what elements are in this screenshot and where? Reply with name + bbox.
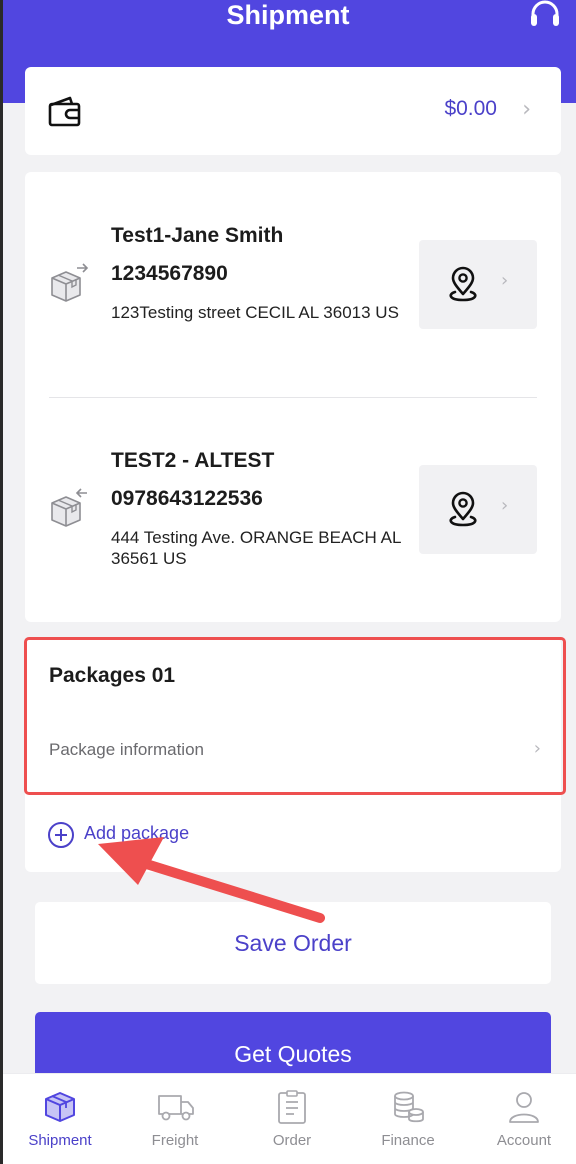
tab-account[interactable]: Account <box>474 1074 574 1164</box>
sender-phone: 1234567890 <box>111 262 228 285</box>
sender-address-line: 123Testing street CECIL AL 36013 US <box>111 303 399 322</box>
location-pin-icon <box>449 266 477 302</box>
save-order-button[interactable]: Save Order <box>35 902 551 984</box>
chevron-right-icon: › <box>501 495 509 516</box>
tab-label: Order <box>272 1132 312 1149</box>
receiver-address[interactable]: TEST2 - ALTEST 0978643122536 444 Testing… <box>25 397 561 622</box>
sender-address[interactable]: Test1-Jane Smith 1234567890 123Testing s… <box>25 172 561 397</box>
tab-order[interactable]: Order <box>242 1074 342 1164</box>
chevron-right-icon: › <box>522 97 531 122</box>
get-quotes-button[interactable]: Get Quotes <box>35 1012 551 1082</box>
box-outgoing-icon <box>51 263 89 302</box>
tab-label: Shipment <box>28 1132 92 1149</box>
truck-icon <box>158 1095 194 1121</box>
bottom-tab-bar: Shipment Freight Order Finance Account <box>0 1073 576 1164</box>
coins-icon <box>394 1091 424 1123</box>
user-icon <box>509 1092 539 1123</box>
page-title: Shipment <box>226 0 350 30</box>
sender-location-button[interactable]: › <box>419 240 537 329</box>
clipboard-icon <box>278 1090 306 1124</box>
tab-finance[interactable]: Finance <box>358 1074 458 1164</box>
location-pin-icon <box>449 491 477 527</box>
receiver-location-button[interactable]: › <box>419 465 537 554</box>
tab-label: Finance <box>381 1132 435 1149</box>
wallet-icon <box>48 96 81 127</box>
tab-freight[interactable]: Freight <box>125 1074 225 1164</box>
address-card: Test1-Jane Smith 1234567890 123Testing s… <box>25 172 561 622</box>
tab-label: Freight <box>151 1132 199 1149</box>
highlight-box <box>24 637 566 795</box>
wallet-balance: $0.00 <box>444 97 497 120</box>
tab-label: Account <box>496 1132 552 1149</box>
box-incoming-icon <box>51 488 87 527</box>
chevron-right-icon: › <box>501 270 509 291</box>
box-icon <box>45 1092 75 1122</box>
add-package-label: Add package <box>84 823 190 843</box>
tab-shipment[interactable]: Shipment <box>10 1074 110 1164</box>
receiver-name: TEST2 - ALTEST <box>111 449 275 472</box>
headset-icon[interactable] <box>528 0 562 30</box>
sender-name: Test1-Jane Smith <box>111 224 284 247</box>
plus-circle-icon <box>48 822 74 848</box>
window-edge <box>0 0 3 1164</box>
receiver-address-line: 444 Testing Ave. ORANGE BEACH AL 36561 U… <box>111 528 401 568</box>
wallet-card[interactable]: $0.00 › <box>25 67 561 155</box>
receiver-phone: 0978643122536 <box>111 487 263 510</box>
